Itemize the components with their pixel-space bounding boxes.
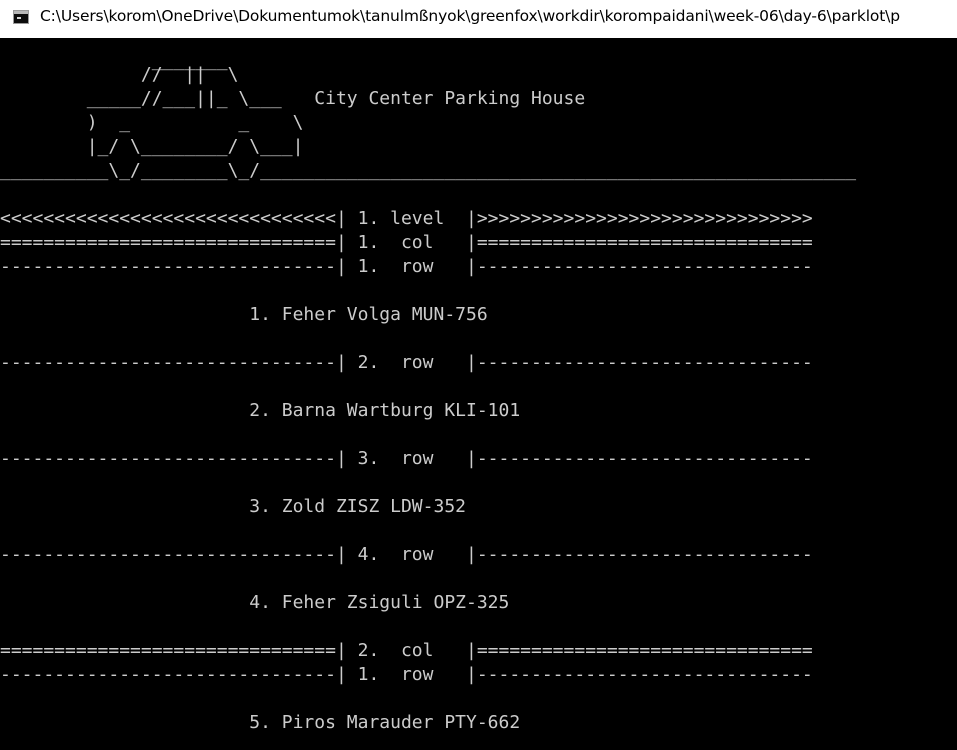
row-divider: -------------------------------| 1. row … [0,664,813,685]
row-divider: -------------------------------| 2. row … [0,352,813,373]
level-divider: <<<<<<<<<<<<<<<<<<<<<<<<<<<<<<<| 1. leve… [0,208,813,229]
banner-line: ) _ _ \ [0,112,304,133]
column-divider: ===============================| 2. col … [0,640,813,661]
car-entry: 3. Zold ZISZ LDW-352 [0,496,466,517]
car-entry: 2. Barna Wartburg KLI-101 [0,400,521,421]
car-entry: 4. Feher Zsiguli OPZ-325 [0,592,510,613]
row-divider: -------------------------------| 3. row … [0,448,813,469]
car-entry: 1. Feher Volga MUN-756 [0,304,488,325]
row-divider: -------------------------------| 1. row … [0,256,813,277]
title-bar[interactable]: C:\Users\korom\OneDrive\Dokumentumok\tan… [0,0,957,38]
car-entry: 5. Piros Marauder PTY-662 [0,712,521,733]
banner-line: _____//___||_ \___ City Center Parking H… [0,88,586,109]
row-divider: -------------------------------| 4. row … [0,544,813,565]
console-output[interactable]: _______ // || \ _____//___||_ \___ City … [0,38,957,750]
banner-line: __________\_/________\_/________________… [0,160,857,181]
column-divider: ===============================| 1. col … [0,232,813,253]
window-title: C:\Users\korom\OneDrive\Dokumentumok\tan… [40,7,900,25]
banner-line: // || \ [0,64,239,85]
console-window: C:\Users\korom\OneDrive\Dokumentumok\tan… [0,0,957,750]
banner-line: |_/ \________/ \___| [0,136,304,157]
console-app-icon[interactable] [13,10,29,24]
